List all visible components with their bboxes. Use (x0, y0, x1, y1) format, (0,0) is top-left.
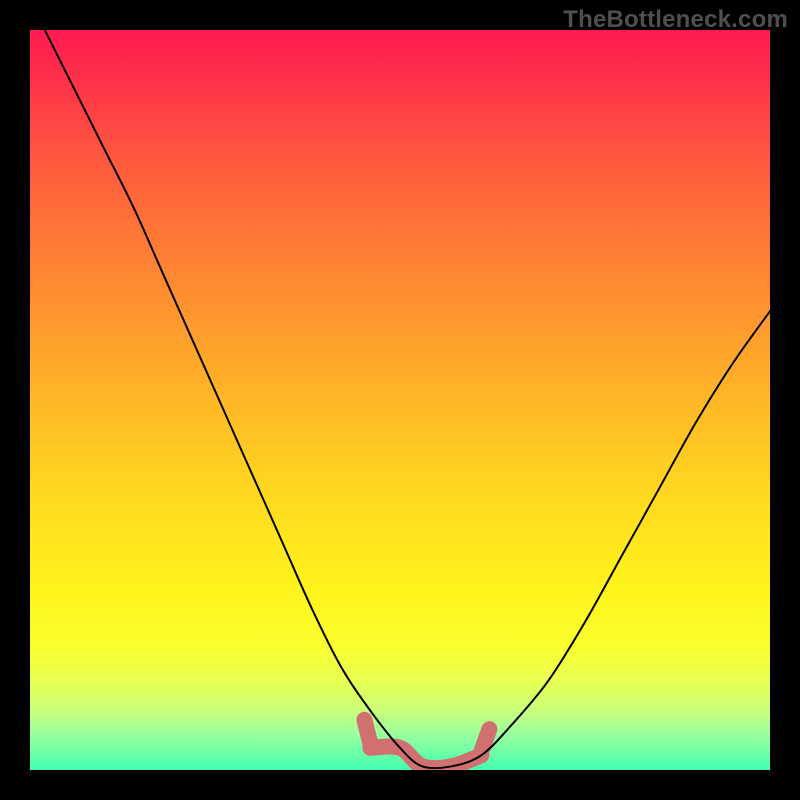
optimal-band-highlight (370, 746, 481, 768)
bottleneck-curve-line (45, 30, 770, 768)
curve-layer (30, 30, 770, 770)
watermark-text: TheBottleneck.com (563, 6, 788, 34)
chart-frame: TheBottleneck.com (0, 0, 800, 800)
optimal-band-exit-stub (481, 729, 489, 751)
plot-area (30, 30, 770, 770)
